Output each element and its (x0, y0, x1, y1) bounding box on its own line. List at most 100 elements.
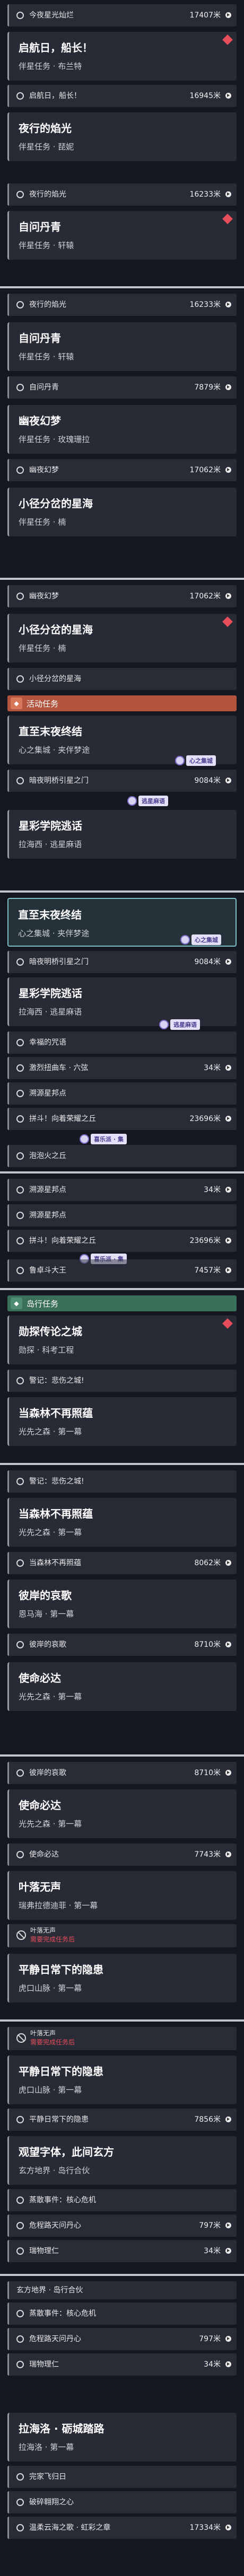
quest-row[interactable]: 启航日，船长！ 16945米 (7, 85, 237, 107)
divider (0, 1171, 244, 1174)
navigate-icon[interactable] (225, 2248, 231, 2254)
quest-ring-icon (16, 2247, 24, 2255)
quest-card[interactable]: 星彩学院逃话 拉海西 · 逃星麻语 (7, 977, 237, 1026)
navigate-icon[interactable] (225, 1770, 231, 1776)
quest-row[interactable]: 小径分岔的星海 (7, 668, 237, 690)
quest-row[interactable]: 完家飞归日 (7, 2466, 237, 2488)
navigate-icon[interactable] (225, 1560, 231, 1566)
quest-row[interactable]: 当森林不再照蕴 8062米 (7, 1552, 237, 1574)
quest-card[interactable]: 小径分岔的星海 伴星任务 · 楠 (7, 488, 237, 536)
navigate-icon[interactable] (225, 2525, 231, 2530)
quest-row[interactable]: 泡泡火之丘 (7, 1145, 237, 1167)
map-marker[interactable]: 逃星麻语 (127, 795, 168, 807)
quest-card[interactable]: 勋探传论之城 勋探 · 科考工程 (7, 1316, 237, 1364)
quest-card[interactable]: 当森林不再照蕴 光先之森 · 第一幕 (7, 1397, 237, 1446)
quest-row[interactable]: 拼斗！向着荣耀之丘 23696米 (7, 1230, 237, 1252)
navigate-icon[interactable] (225, 2116, 231, 2122)
quest-row[interactable]: 幽夜幻梦 17062米 (7, 585, 237, 607)
quest-row[interactable]: 彼岸的哀歌 8710米 (7, 1762, 237, 1784)
quest-card[interactable]: 平静日常下的隐患 虎口山脉 · 第一幕 (7, 1954, 237, 2002)
quest-row[interactable]: 鲁卓斗大王 7457米 (7, 1259, 237, 1282)
navigate-icon[interactable] (225, 1187, 231, 1193)
divider (0, 1754, 244, 1757)
quest-row[interactable]: 暗夜明桥引星之门 9084米 (7, 770, 237, 792)
navigate-icon[interactable] (225, 1238, 231, 1243)
island-quest-header[interactable]: ◆ 岛行任务 (7, 1295, 237, 1311)
quest-card[interactable]: 小径分岔的星海 伴星任务 · 楠 (7, 614, 237, 663)
quest-row[interactable]: 警记：悲伤之城! (7, 1370, 237, 1392)
quest-ring-icon (16, 1090, 24, 1097)
quest-card[interactable]: 夜行的焰光 伴星任务 · 琵妮 (7, 112, 237, 161)
activity-quest-header[interactable]: ◆ 活动任务 (7, 695, 237, 711)
quest-ring-icon (16, 1478, 24, 1485)
quest-row[interactable]: 溯源星邦点 (7, 1204, 237, 1227)
quest-card[interactable]: 启航日，船长！ 伴星任务 · 布兰特 (7, 32, 237, 81)
quest-row[interactable]: 温柔云海之歌 · 虹彩之章 17334米 (7, 2517, 237, 2539)
quest-row[interactable]: 瑞物理仁 34米 (7, 2353, 237, 2376)
navigate-icon[interactable] (225, 1267, 231, 1273)
quest-row[interactable]: 蒸散事件：核心危机 (7, 2302, 237, 2325)
quest-card[interactable]: 当森林不再照蕴 光先之森 · 第一幕 (7, 1498, 237, 1547)
quest-ring-icon (16, 12, 24, 19)
map-marker[interactable]: 逃星麻语 (159, 1019, 200, 1030)
navigate-icon[interactable] (225, 1065, 231, 1071)
quest-card[interactable]: 拉海洛 · 砺城踏路 拉海洛 · 第一幕 (7, 2413, 237, 2462)
navigate-icon[interactable] (225, 959, 231, 965)
locked-quest-row[interactable]: 叶落无声 需要完成任务后 (7, 1924, 237, 1947)
quest-row[interactable]: 自问丹青 7879米 (7, 376, 237, 399)
quest-row[interactable]: 暗夜明桥引星之门 9084米 (7, 951, 237, 973)
quest-row[interactable]: 幸福的咒语 (7, 1031, 237, 1054)
quest-row[interactable]: 危程路天问丹心 797米 (7, 2215, 237, 2237)
quest-row[interactable]: 瑞物理仁 34米 (7, 2240, 237, 2262)
quest-row[interactable]: 使命必达 7743米 (7, 1843, 237, 1866)
quest-ring-icon (16, 1769, 24, 1777)
quest-card[interactable]: 观望字体，此间玄方 玄方地界 · 岛行合伙 (7, 2136, 237, 2185)
quest-card[interactable]: 使命必达 光先之森 · 第一幕 (7, 1789, 237, 1838)
quest-row[interactable]: 夜行的焰光 16233米 (7, 294, 237, 316)
navigate-icon[interactable] (225, 778, 231, 783)
navigate-icon[interactable] (225, 384, 231, 390)
quest-row[interactable]: 夜行的焰光 16233米 (7, 183, 237, 206)
map-marker[interactable]: 心之集城 (175, 755, 216, 766)
quest-row[interactable]: 拼斗！向着荣耀之丘 23696米 (7, 1108, 237, 1130)
quest-row[interactable]: 彼岸的哀歌 8710米 (7, 1634, 237, 1656)
navigate-icon[interactable] (225, 12, 231, 18)
navigate-icon[interactable] (225, 1116, 231, 1122)
category-row[interactable]: 玄方地界 · 岛行合伙 (7, 2281, 237, 2299)
quest-row[interactable]: 蒸散事件：核心危机 (7, 2189, 237, 2211)
quest-row[interactable]: 警记：悲伤之城! (7, 1470, 237, 1493)
quest-row[interactable]: 破碎翱翔之心 (7, 2491, 237, 2513)
navigate-icon[interactable] (225, 302, 231, 307)
quest-card[interactable]: 自问丹青 伴星任务 · 轩辕 (7, 322, 237, 371)
quest-row[interactable]: 危程路天问丹心 797米 (7, 2328, 237, 2350)
quest-ring-icon (16, 2222, 24, 2229)
navigate-icon[interactable] (225, 1851, 231, 1857)
quest-card[interactable]: 星彩学院逃话 拉海西 · 逃星麻语 (7, 810, 237, 859)
map-marker[interactable]: 喜乐派 · 集 (80, 1133, 127, 1145)
quest-row[interactable]: 溯源星邦点 (7, 1082, 237, 1105)
navigate-icon[interactable] (225, 93, 231, 99)
quest-card[interactable]: 叶落无声 瑞弗拉德迪菲 · 第一幕 (7, 1871, 237, 1920)
quest-row[interactable]: 幽夜幻梦 17062米 (7, 459, 237, 481)
quest-card[interactable]: 使命必达 光先之森 · 第一幕 (7, 1662, 237, 1711)
quest-card[interactable]: 幽夜幻梦 伴星任务 · 玫瑰珊拉 (7, 405, 237, 454)
quest-card[interactable]: 平静日常下的隐患 虎口山脉 · 第一幕 (7, 2055, 237, 2104)
quest-card[interactable]: 彼岸的哀歌 恩马海 · 第一幕 (7, 1580, 237, 1628)
panel-7: 警记：悲伤之城! 当森林不再照蕴 光先之森 · 第一幕 当森林不再照蕴 8062米 … (0, 1466, 244, 1754)
locked-quest-row[interactable]: 叶落无声 需要完成任务后 (7, 2027, 237, 2050)
navigate-icon[interactable] (225, 593, 231, 599)
quest-ring-icon (16, 1559, 24, 1567)
navigate-icon[interactable] (225, 2336, 231, 2342)
navigate-icon[interactable] (225, 467, 231, 473)
navigate-icon[interactable] (225, 191, 231, 197)
navigate-icon[interactable] (225, 2361, 231, 2367)
panel-6: ◆ 岛行任务 勋探传论之城 勋探 · 科考工程 警记：悲伤之城! 当森林不再照蕴 光先… (0, 1291, 244, 1463)
quest-row[interactable]: 激烈扭曲车 · 六弦 34米 (7, 1057, 237, 1079)
navigate-icon[interactable] (225, 1642, 231, 1647)
map-marker[interactable]: 心之集城 (180, 934, 221, 946)
navigate-icon[interactable] (225, 2222, 231, 2228)
quest-card[interactable]: 自问丹青 伴星任务 · 轩辕 (7, 211, 237, 260)
quest-row[interactable]: 溯源星邦点 34米 (7, 1179, 237, 1201)
quest-row[interactable]: 平静日常下的隐患 7856米 (7, 2109, 237, 2131)
quest-row[interactable]: 今夜星光灿烂 17407米 (7, 4, 237, 27)
